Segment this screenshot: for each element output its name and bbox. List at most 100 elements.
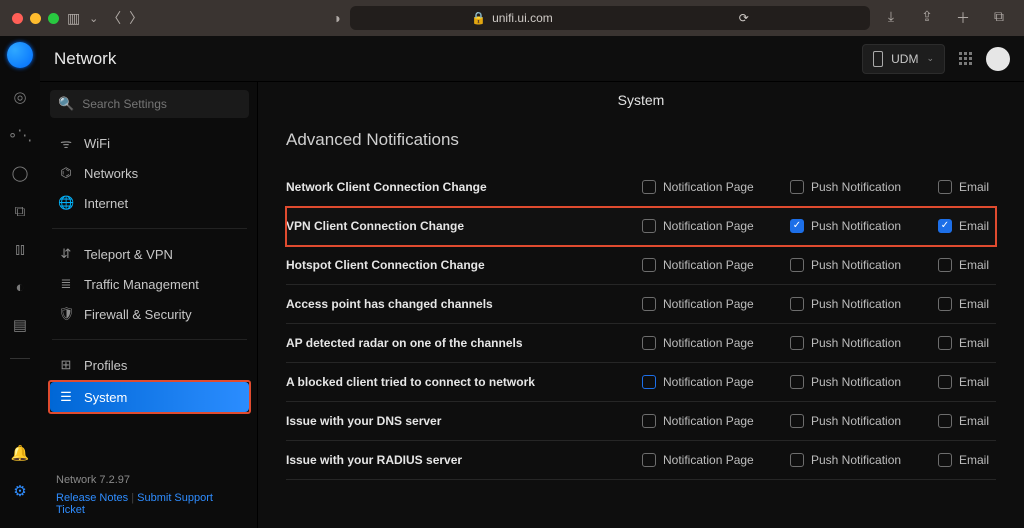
- checkbox-box[interactable]: [790, 219, 804, 233]
- checkbox-push[interactable]: Push Notification: [790, 219, 920, 233]
- checkbox-email[interactable]: Email: [938, 453, 996, 467]
- checkbox-box[interactable]: [642, 336, 656, 350]
- checkbox-push[interactable]: Push Notification: [790, 336, 920, 350]
- checkbox-email[interactable]: Email: [938, 219, 996, 233]
- checkbox-label: Notification Page: [663, 414, 754, 428]
- checkbox-push[interactable]: Push Notification: [790, 258, 920, 272]
- unifi-logo[interactable]: [7, 42, 33, 68]
- checkbox-box[interactable]: [790, 180, 804, 194]
- new-tab-icon[interactable]: ＋: [950, 8, 976, 28]
- sidebar-item-system[interactable]: ☰ System: [50, 382, 249, 412]
- notifications-bell-icon[interactable]: 🔔: [8, 444, 32, 462]
- checkbox-box[interactable]: [938, 180, 952, 194]
- checkbox-box[interactable]: [790, 297, 804, 311]
- search-input[interactable]: 🔍: [50, 90, 249, 118]
- console-selector[interactable]: UDM ⌄: [862, 44, 945, 74]
- search-icon: 🔍: [58, 96, 74, 112]
- checkbox-box[interactable]: [642, 453, 656, 467]
- checkbox-label: Notification Page: [663, 453, 754, 467]
- dashboard-icon[interactable]: ◎: [8, 88, 32, 106]
- sidebar-item-wifi[interactable]: ᯤ WiFi: [50, 128, 249, 158]
- checkbox-push[interactable]: Push Notification: [790, 297, 920, 311]
- checkbox-push[interactable]: Push Notification: [790, 375, 920, 389]
- checkbox-box[interactable]: [790, 453, 804, 467]
- checkbox-notification_page[interactable]: Notification Page: [642, 297, 772, 311]
- checkbox-push[interactable]: Push Notification: [790, 414, 920, 428]
- sidebar-item-teleport[interactable]: ⇵ Teleport & VPN: [50, 239, 249, 269]
- checkbox-email[interactable]: Email: [938, 336, 996, 350]
- checkbox-box[interactable]: [938, 297, 952, 311]
- traffic-icon: ≣: [58, 276, 74, 292]
- checkbox-push[interactable]: Push Notification: [790, 180, 920, 194]
- checkbox-notification_page[interactable]: Notification Page: [642, 414, 772, 428]
- checkbox-email[interactable]: Email: [938, 258, 996, 272]
- checkbox-box[interactable]: [642, 297, 656, 311]
- checkbox-notification_page[interactable]: Notification Page: [642, 453, 772, 467]
- sidebar-item-traffic[interactable]: ≣ Traffic Management: [50, 269, 249, 299]
- settings-gear-icon[interactable]: ⚙: [8, 482, 32, 500]
- sidebar-item-internet[interactable]: 🌐 Internet: [50, 188, 249, 218]
- sidebar-item-networks[interactable]: ⌬ Networks: [50, 158, 249, 188]
- tabs-icon[interactable]: ⧉: [986, 8, 1012, 28]
- stats-icon[interactable]: ⫾⫾: [8, 240, 32, 258]
- checkbox-box[interactable]: [642, 180, 656, 194]
- wifi-insights-icon[interactable]: ◐: [8, 278, 32, 296]
- checkbox-notification_page[interactable]: Notification Page: [642, 180, 772, 194]
- forward-button[interactable]: 〉: [129, 8, 143, 28]
- checkbox-box[interactable]: [790, 375, 804, 389]
- notification-options: Notification Page Push Notification Email: [642, 180, 996, 194]
- checkbox-notification_page[interactable]: Notification Page: [642, 219, 772, 233]
- checkbox-box[interactable]: [938, 375, 952, 389]
- checkbox-email[interactable]: Email: [938, 297, 996, 311]
- sidebar-toggle-icon[interactable]: ▥: [67, 10, 80, 27]
- checkbox-box[interactable]: [938, 258, 952, 272]
- notification-label: Issue with your DNS server: [286, 414, 642, 428]
- checkbox-box[interactable]: [790, 336, 804, 350]
- checkbox-email[interactable]: Email: [938, 414, 996, 428]
- devices-icon[interactable]: ◯: [8, 164, 32, 182]
- checkbox-box[interactable]: [790, 414, 804, 428]
- checkbox-box[interactable]: [938, 336, 952, 350]
- checkbox-notification_page[interactable]: Notification Page: [642, 258, 772, 272]
- checkbox-notification_page[interactable]: Notification Page: [642, 375, 772, 389]
- search-field[interactable]: [82, 97, 241, 111]
- checkbox-email[interactable]: Email: [938, 375, 996, 389]
- checkbox-box[interactable]: [790, 258, 804, 272]
- checkbox-box[interactable]: [938, 453, 952, 467]
- notification-label: AP detected radar on one of the channels: [286, 336, 642, 350]
- chevron-down-icon[interactable]: ⌄: [88, 12, 99, 25]
- checkbox-box[interactable]: [642, 219, 656, 233]
- checkbox-notification_page[interactable]: Notification Page: [642, 336, 772, 350]
- notification-row: Issue with your RADIUS serverNotificatio…: [286, 441, 996, 480]
- logs-icon[interactable]: ▤: [8, 316, 32, 334]
- checkbox-box[interactable]: [642, 414, 656, 428]
- close-window-button[interactable]: [12, 13, 23, 24]
- topology-icon[interactable]: ∘⋱: [8, 126, 32, 144]
- refresh-icon[interactable]: ⟳: [739, 11, 749, 25]
- checkbox-label: Push Notification: [811, 453, 901, 467]
- share-icon[interactable]: ⇪: [914, 8, 940, 28]
- download-icon[interactable]: ⤓: [878, 8, 904, 28]
- highlight-box-system: ☰ System: [48, 380, 251, 414]
- apps-grid-icon[interactable]: [959, 52, 972, 65]
- checkbox-box[interactable]: [642, 258, 656, 272]
- clients-icon[interactable]: ⧉: [8, 202, 32, 220]
- sidebar-item-firewall[interactable]: 🛡 Firewall & Security: [50, 299, 249, 329]
- sidebar-item-profiles[interactable]: ⊞ Profiles: [50, 350, 249, 380]
- checkbox-email[interactable]: Email: [938, 180, 996, 194]
- checkbox-box[interactable]: [938, 219, 952, 233]
- back-button[interactable]: 〈: [107, 8, 121, 28]
- maximize-window-button[interactable]: [48, 13, 59, 24]
- checkbox-push[interactable]: Push Notification: [790, 453, 920, 467]
- sidebar-item-label: Teleport & VPN: [84, 247, 173, 262]
- avatar[interactable]: [986, 47, 1010, 71]
- shield-icon[interactable]: ◑: [331, 10, 342, 26]
- checkbox-box[interactable]: [642, 375, 656, 389]
- release-notes-link[interactable]: Release Notes: [56, 492, 128, 504]
- checkbox-label: Email: [959, 297, 989, 311]
- panel-row: 🔍 ᯤ WiFi ⌬ Networks 🌐 Internet ⇵: [40, 82, 1024, 528]
- address-bar[interactable]: 🔒 unifi.ui.com ⟳: [350, 6, 870, 30]
- globe-icon: 🌐: [58, 195, 74, 211]
- checkbox-box[interactable]: [938, 414, 952, 428]
- minimize-window-button[interactable]: [30, 13, 41, 24]
